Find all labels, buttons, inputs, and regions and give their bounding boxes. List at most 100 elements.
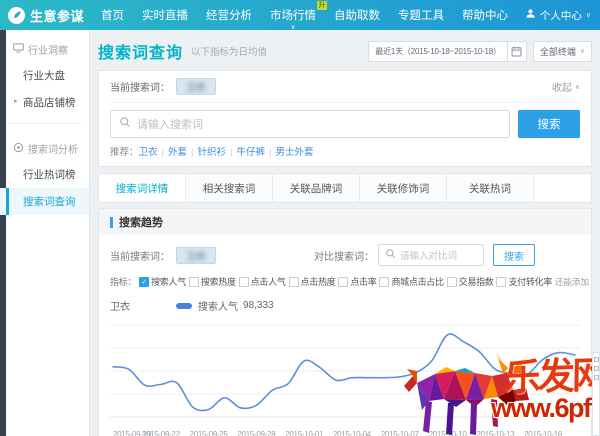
x-tick-label: 2015-10-10 [429, 430, 467, 436]
side-widget-partial[interactable] [592, 352, 600, 436]
trend-current-tag[interactable]: 卫衣 [176, 247, 216, 264]
chevron-down-icon: ∨ [290, 23, 295, 31]
compare-label: 对比搜索词： [314, 248, 374, 263]
sidebar-groups: 行业洞察行业大盘▸商品店铺榜搜索词分析行业热词榜搜索词查询 [0, 30, 89, 217]
checkbox-icon[interactable] [379, 277, 389, 287]
metric-checkbox-点击热度[interactable]: 点击热度 [289, 275, 336, 288]
calendar-icon[interactable] [507, 42, 526, 61]
nav-item-2[interactable]: 实时直播 [142, 0, 188, 30]
nav-item-1[interactable]: 首页 [101, 0, 124, 30]
checkbox-icon[interactable] [189, 277, 199, 287]
current-keyword-tag[interactable]: 卫衣 [176, 78, 216, 95]
checkbox-icon[interactable] [338, 277, 348, 287]
suggestion-link-卫衣[interactable]: 卫衣 [139, 147, 158, 158]
nav-item-3[interactable]: 经营分析 [206, 0, 252, 30]
separator: | [230, 147, 232, 158]
x-tick-label: 2015-10-13 [476, 430, 514, 436]
keyword-search-row: 请输入搜索词 搜索 [110, 110, 580, 138]
page-title: 搜索词查询 [98, 39, 183, 63]
metric-checkbox-搜索热度[interactable]: 搜索热度 [189, 275, 236, 288]
x-tick-label: 2015-10-16 [524, 430, 562, 436]
sidebar-group: 行业洞察行业大盘 ▸ 商品店铺榜 [0, 30, 89, 118]
separator: | [269, 147, 271, 158]
metric-checkbox-点击率[interactable]: 点击率 [338, 275, 376, 288]
metric-checkbox-支付转化率[interactable]: 支付转化率 [496, 275, 552, 288]
suggestions-row: 推荐： 卫衣|外套|针织衫|牛仔裤|男士外套 [110, 144, 580, 158]
date-range-picker[interactable]: 最近1天（2015-10-18~2015-10-18） [368, 41, 527, 62]
metrics-label: 指标： [110, 275, 136, 288]
compare-group: 对比搜索词： 请输入对比词 搜索 [314, 244, 535, 266]
date-range-text: 最近1天（2015-10-18~2015-10-18） [369, 46, 507, 57]
sidebar-item-行业热词榜[interactable]: 行业热词榜 [0, 161, 89, 188]
remaining-selectable-note: 还能添加1项 [555, 276, 592, 288]
user-icon [525, 8, 536, 22]
tab-2[interactable]: 相关搜索词 [186, 174, 273, 202]
app-logo[interactable]: 生意参谋 [0, 6, 92, 25]
header-controls: 最近1天（2015-10-18~2015-10-18） 全部终端 ∨ [368, 41, 592, 62]
sidebar-item-行业大盘[interactable]: 行业大盘 [0, 62, 89, 89]
current-keyword-value: 卫衣 [186, 79, 206, 94]
separator: | [162, 147, 164, 158]
metric-checkbox-商城点击占比[interactable]: 商城点击占比 [379, 275, 443, 288]
search-icon [119, 115, 131, 133]
search-button[interactable]: 搜索 [518, 110, 580, 138]
nav-item-5[interactable]: 自助取数 [334, 0, 380, 30]
sidebar-item-商品店铺榜[interactable]: ▸ 商品店铺榜 [0, 89, 89, 116]
compare-search-button[interactable]: 搜索 [493, 244, 535, 266]
keyword-search-input[interactable]: 请输入搜索词 [110, 110, 510, 138]
tab-filler [534, 174, 591, 202]
checkbox-checked-icon[interactable]: ✓ [139, 277, 149, 287]
metric-label: 点击热度 [301, 275, 336, 288]
collapse-toggle[interactable]: 收起 ∧ [552, 79, 580, 94]
suggestion-link-针织衫[interactable]: 针织衫 [197, 147, 226, 158]
suggestion-link-外套[interactable]: 外套 [168, 147, 187, 158]
metric-label: 商城点击占比 [391, 275, 443, 288]
tab-3[interactable]: 关联品牌词 [273, 174, 360, 202]
tab-4[interactable]: 关联修饰词 [360, 174, 447, 202]
page-subtitle: 以下指标为日均值 [191, 44, 267, 58]
trend-card: 搜索趋势 当前搜索词： 卫衣 对比搜索词： 请输入对比词 搜索 指标： [98, 208, 592, 436]
terminal-filter-select[interactable]: 全部终端 ∨ [533, 41, 592, 62]
checkbox-icon[interactable] [496, 277, 506, 287]
sidebar-group-title: 行业洞察 [0, 38, 89, 62]
x-tick-label: 2015-10-01 [285, 430, 323, 436]
sidebar-item-搜索词查询[interactable]: 搜索词查询 [0, 188, 89, 215]
sidebar-item-label: 行业热词榜 [23, 169, 76, 181]
sidebar-item-label: 搜索词查询 [23, 196, 76, 208]
nav-item-6[interactable]: 专题工具 [398, 0, 444, 30]
nav-item-label: 专题工具 [398, 7, 444, 23]
metric-checkbox-点击人气[interactable]: 点击人气 [239, 275, 286, 288]
legend-metric-label: 搜索人气 [198, 298, 238, 313]
search-icon [385, 248, 396, 262]
sidebar-group-label: 行业洞察 [28, 42, 68, 57]
nav-item-label: 实时直播 [142, 7, 188, 23]
sidebar-item-label: 商品店铺榜 [23, 97, 76, 109]
nav-item-4[interactable]: 市场行情升∨ [270, 0, 316, 30]
checkbox-icon[interactable] [289, 277, 299, 287]
compare-keyword-input[interactable]: 请输入对比词 [378, 244, 484, 266]
nav-item-label: 首页 [101, 7, 124, 23]
x-tick-label: 2015-09-25 [190, 430, 228, 436]
metric-checkbox-交易指数[interactable]: 交易指数 [447, 275, 494, 288]
x-tick-label: 2015-09-28 [237, 430, 275, 436]
section-header: 搜索趋势 [99, 209, 591, 235]
terminal-filter-value: 全部终端 [540, 45, 576, 58]
checkbox-icon[interactable] [239, 277, 249, 287]
metric-checkbox-搜索人气[interactable]: ✓搜索人气 [139, 275, 186, 288]
divider [110, 102, 580, 103]
legend-metric-value: 98,333 [243, 300, 274, 311]
tab-1[interactable]: 搜索词详情 [99, 174, 186, 202]
sidebar-group: 搜索词分析行业热词榜搜索词查询 [0, 129, 89, 217]
user-menu[interactable]: 个人中心 ∨ [525, 8, 600, 23]
top-navbar: 生意参谋 首页 实时直播 经营分析 市场行情升∨ 自助取数 专题工具 帮助中心 个人中心 ∨ [0, 0, 600, 30]
suggestion-links: 卫衣|外套|针织衫|牛仔裤|男士外套 [139, 144, 314, 158]
checkbox-icon[interactable] [447, 277, 457, 287]
expand-arrow-icon: ▸ [14, 97, 18, 105]
chevron-up-icon: ∧ [575, 83, 580, 91]
suggestion-link-男士外套[interactable]: 男士外套 [275, 147, 313, 158]
trend-current-value: 卫衣 [186, 248, 206, 263]
tab-5[interactable]: 关联热词 [447, 174, 534, 202]
nav-item-label: 经营分析 [206, 7, 252, 23]
nav-item-7[interactable]: 帮助中心 [462, 0, 508, 30]
suggestion-link-牛仔裤[interactable]: 牛仔裤 [236, 147, 265, 158]
